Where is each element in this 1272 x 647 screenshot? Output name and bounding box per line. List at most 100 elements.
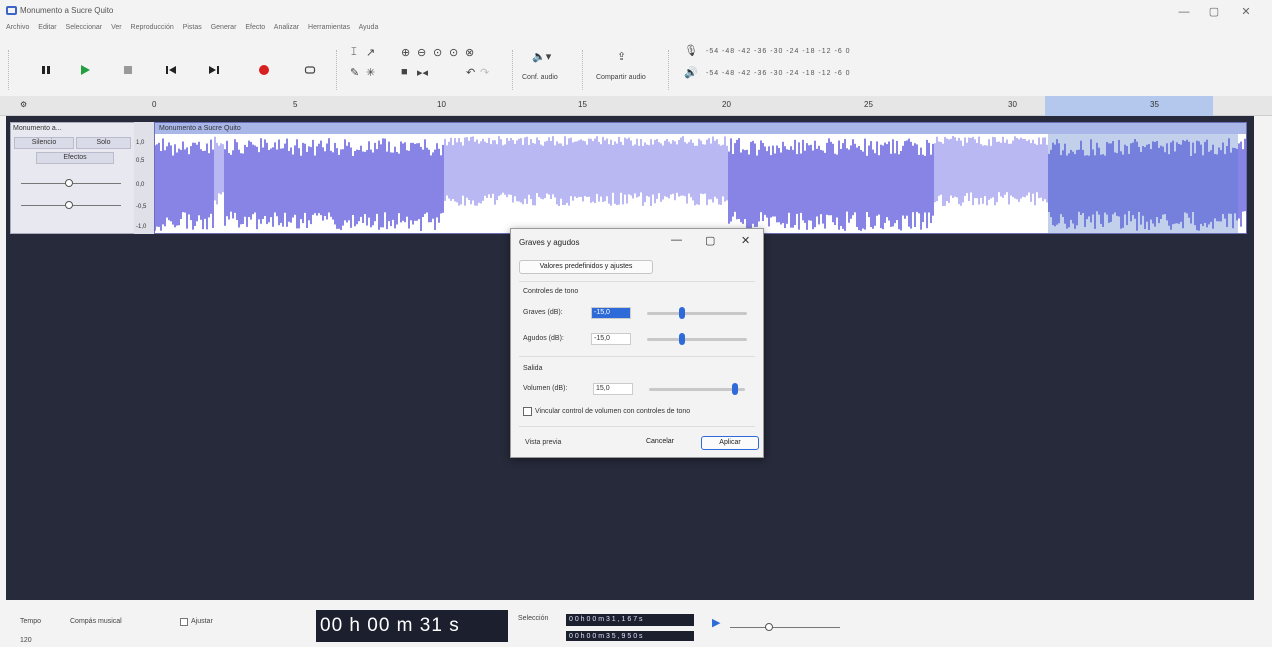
track-control-panel[interactable]: Monumento a... Silencio Solo Efectos <box>10 122 154 234</box>
play-at-speed-icon[interactable]: ▶ <box>712 616 720 629</box>
zoom-in-icon[interactable]: ⊕ <box>401 46 410 59</box>
effects-button[interactable]: Efectos <box>36 152 114 164</box>
record-icon <box>259 65 269 75</box>
record-button[interactable] <box>250 56 278 84</box>
multi-tool-icon[interactable]: ✳ <box>366 66 375 79</box>
selection-tool-icon[interactable]: 𝙸 <box>350 46 358 59</box>
menu-generar[interactable]: Generar <box>211 24 237 31</box>
toolbar-grip[interactable] <box>8 50 9 90</box>
ruler-gear-icon[interactable]: ⚙ <box>20 100 27 109</box>
bass-input[interactable]: -15,0 <box>591 307 631 319</box>
snap-checkbox[interactable] <box>180 618 188 626</box>
gain-slider-knob[interactable] <box>65 179 73 187</box>
record-meter[interactable]: -54 -48 -42 -36 -30 -24 -18 -12 -6 0 <box>706 48 851 55</box>
volume-input[interactable]: 15,0 <box>593 383 633 395</box>
ruler-selection <box>1045 96 1213 116</box>
menu-archivo[interactable]: Archivo <box>6 24 29 31</box>
skip-to-start-button[interactable] <box>157 56 185 84</box>
menu-efecto[interactable]: Efecto <box>245 24 265 31</box>
ruler-tick: 35 <box>1150 100 1159 109</box>
menu-reproduccion[interactable]: Reproducción <box>131 24 174 31</box>
menu-analizar[interactable]: Analizar <box>274 24 299 31</box>
cancel-button[interactable]: Cancelar <box>633 436 687 450</box>
close-button[interactable]: ✕ <box>1236 4 1256 20</box>
menu-ver[interactable]: Ver <box>111 24 122 31</box>
fit-project-icon[interactable]: ⊙ <box>449 46 458 59</box>
silence-icon[interactable]: ▸◂ <box>417 66 428 79</box>
dialog-close-button[interactable]: ✕ <box>741 234 750 247</box>
treble-slider[interactable] <box>647 338 747 341</box>
zoom-toggle-icon[interactable]: ⊗ <box>465 46 474 59</box>
volume-slider-thumb[interactable] <box>732 383 739 395</box>
ruler-tick: 15 <box>578 100 587 109</box>
menu-herramientas[interactable]: Herramientas <box>308 24 350 31</box>
playback-speed-slider[interactable] <box>730 627 840 628</box>
play-button[interactable] <box>71 56 99 84</box>
solo-button[interactable]: Solo <box>76 137 131 149</box>
treble-input[interactable]: -15,0 <box>591 333 631 345</box>
ruler-tick: 10 <box>437 100 446 109</box>
draw-tool-icon[interactable]: ✎ <box>350 66 359 79</box>
mute-button[interactable]: Silencio <box>14 137 74 149</box>
ruler-tick: 5 <box>293 100 298 109</box>
pan-slider-knob[interactable] <box>65 201 73 209</box>
tempo-value[interactable]: 120 <box>20 637 32 644</box>
scale-label: 1,0 <box>136 140 145 146</box>
time-display[interactable]: 00 h 00 m 31 s <box>316 610 508 642</box>
trim-icon[interactable]: ■ <box>401 66 408 78</box>
apply-button[interactable]: Aplicar <box>701 436 759 450</box>
ruler-tick: 0 <box>152 100 157 109</box>
skip-to-end-button[interactable] <box>200 56 228 84</box>
share-audio-icon[interactable]: ⇪ <box>617 50 626 63</box>
tone-controls-heading: Controles de tono <box>523 288 579 295</box>
dialog-title: Graves y agudos <box>519 238 580 247</box>
timeline-ruler[interactable]: ⚙ 0 5 10 15 20 25 30 35 <box>0 96 1272 116</box>
microphone-icon[interactable]: 🎙 <box>684 44 698 57</box>
selection-start[interactable]: 0 0 h 0 0 m 3 1 , 1 6 7 s <box>566 614 694 626</box>
dialog-minimize-button[interactable]: — <box>671 234 682 246</box>
loop-button[interactable] <box>296 56 324 84</box>
toolbar-separator <box>668 50 669 90</box>
volume-label: Volumen (dB): <box>523 385 568 392</box>
fit-selection-icon[interactable]: ⊙ <box>433 46 442 59</box>
maximize-button[interactable]: ▢ <box>1204 4 1224 20</box>
audio-setup-icon[interactable]: 🔈▾ <box>532 50 551 63</box>
divider <box>519 426 755 427</box>
share-audio-label[interactable]: Compartir audio <box>596 74 646 81</box>
title-bar: Monumento a Sucre Quito — ▢ ✕ <box>0 0 1272 24</box>
track-name[interactable]: Monumento a... <box>13 125 62 132</box>
zoom-out-icon[interactable]: ⊖ <box>417 46 426 59</box>
stop-button[interactable] <box>114 56 142 84</box>
playback-speed-knob[interactable] <box>765 623 773 631</box>
playback-meter[interactable]: -54 -48 -42 -36 -30 -24 -18 -12 -6 0 <box>706 70 851 77</box>
preview-button[interactable]: Vista previa <box>525 439 561 446</box>
bass-slider[interactable] <box>647 312 747 315</box>
amplitude-scale[interactable]: 1,0 0,5 0,0 -0,5 -1,0 <box>134 122 154 234</box>
clip-name[interactable]: Monumento a Sucre Quito <box>155 123 1246 134</box>
audio-setup-label[interactable]: Conf. audio <box>522 74 558 81</box>
volume-slider[interactable] <box>649 388 745 391</box>
dialog-maximize-button[interactable]: ▢ <box>705 234 715 247</box>
redo-icon[interactable]: ↷ <box>480 66 489 79</box>
selection-end[interactable]: 0 0 h 0 0 m 3 5 , 9 5 0 s <box>566 631 694 641</box>
pause-button[interactable] <box>32 56 60 84</box>
audio-clip[interactable]: Monumento a Sucre Quito <box>154 122 1247 234</box>
menu-editar[interactable]: Editar <box>38 24 56 31</box>
link-volume-checkbox[interactable] <box>523 407 532 416</box>
minimize-button[interactable]: — <box>1174 4 1194 20</box>
speaker-icon[interactable]: 🔊 <box>684 66 698 79</box>
treble-slider-thumb[interactable] <box>679 333 685 345</box>
menu-seleccionar[interactable]: Seleccionar <box>66 24 103 31</box>
snap-label[interactable]: Ajustar <box>191 618 213 625</box>
menu-pistas[interactable]: Pistas <box>183 24 202 31</box>
divider <box>519 281 755 282</box>
menu-ayuda[interactable]: Ayuda <box>359 24 379 31</box>
bass-treble-dialog: Graves y agudos — ▢ ✕ Valores predefinid… <box>510 228 764 458</box>
treble-label: Agudos (dB): <box>523 335 564 342</box>
undo-icon[interactable]: ↶ <box>466 66 475 79</box>
presets-button[interactable]: Valores predefinidos y ajustes <box>519 260 653 274</box>
envelope-tool-icon[interactable]: ↗ <box>366 46 375 59</box>
link-volume-label[interactable]: Vincular control de volumen con controle… <box>535 408 690 415</box>
toolbar-separator <box>512 50 513 90</box>
bass-slider-thumb[interactable] <box>679 307 685 319</box>
